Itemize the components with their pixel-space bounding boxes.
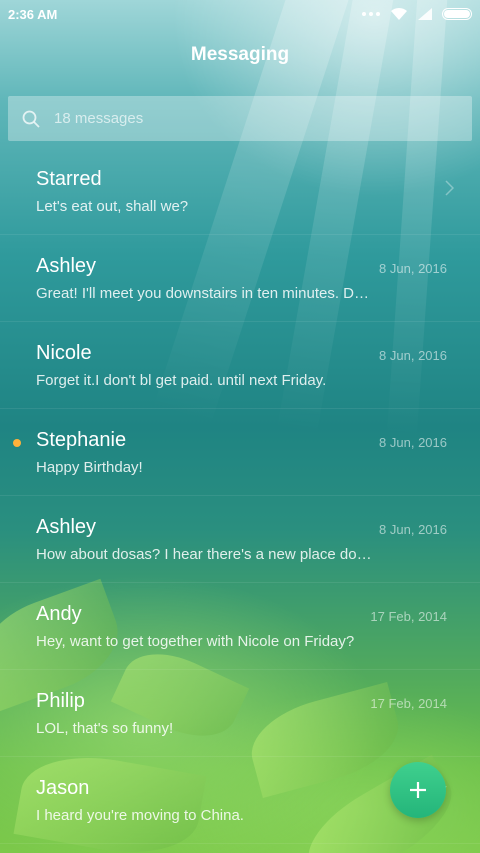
conversation-preview: I heard you're moving to China. — [36, 807, 244, 824]
conversation-date: 17 Feb, 2014 — [370, 609, 447, 624]
conversation-name: Philip — [36, 690, 85, 712]
conversation-preview: Great! I'll meet you downstairs in ten m… — [36, 285, 369, 302]
more-dots-icon — [362, 12, 380, 16]
conversation-name: Ashley — [36, 255, 97, 277]
search-icon — [22, 110, 40, 128]
conversation-row[interactable]: Stephanie 8 Jun, 2016 Happy Birthday! — [0, 409, 480, 496]
conversation-name: Nicole — [36, 342, 92, 364]
conversation-name: Stephanie — [36, 429, 127, 451]
conversation-row-starred[interactable]: Starred Let's eat out, shall we? — [0, 148, 480, 235]
conversation-name: Jason — [36, 777, 90, 799]
search-bar[interactable] — [8, 96, 472, 141]
conversation-date: 17 Feb, 2014 — [370, 696, 447, 711]
battery-icon — [442, 8, 472, 20]
plus-icon — [410, 782, 426, 798]
search-input[interactable] — [54, 110, 434, 127]
page-title: Messaging — [190, 44, 290, 65]
chevron-right-icon — [445, 180, 454, 196]
status-bar: 2:36 AM — [0, 0, 480, 28]
conversation-date: 8 Jun, 2016 — [379, 435, 447, 450]
conversation-row[interactable]: Nicole 8 Jun, 2016 Forget it.I don't bl … — [0, 322, 480, 409]
status-time: 2:36 AM — [8, 6, 58, 22]
new-message-button[interactable] — [390, 762, 446, 818]
conversation-date: 8 Jun, 2016 — [379, 522, 447, 537]
conversation-preview: Happy Birthday! — [36, 459, 143, 476]
conversation-preview: How about dosas? I hear there's a new pl… — [36, 546, 372, 563]
conversation-preview: LOL, that's so funny! — [36, 720, 174, 737]
conversation-preview: Let's eat out, shall we? — [36, 198, 189, 215]
status-icons — [362, 7, 472, 21]
conversation-preview: Forget it.I don't bl get paid. until nex… — [36, 372, 327, 389]
signal-icon — [418, 8, 432, 20]
wifi-icon — [391, 7, 407, 20]
conversation-name: Starred — [36, 168, 102, 190]
conversation-row[interactable]: Ashley 8 Jun, 2016 Great! I'll meet you … — [0, 235, 480, 322]
conversation-date: 8 Jun, 2016 — [379, 348, 447, 363]
conversation-row[interactable]: Ashley 8 Jun, 2016 How about dosas? I he… — [0, 496, 480, 583]
conversation-name: Ashley — [36, 516, 97, 538]
unread-dot — [13, 439, 21, 447]
conversation-date: 8 Jun, 2016 — [379, 261, 447, 276]
conversation-list: Starred Let's eat out, shall we? Ashley … — [0, 148, 480, 844]
conversation-preview: Hey, want to get together with Nicole on… — [36, 633, 355, 650]
conversation-row[interactable]: Andy 17 Feb, 2014 Hey, want to get toget… — [0, 583, 480, 670]
conversation-row[interactable]: Philip 17 Feb, 2014 LOL, that's so funny… — [0, 670, 480, 757]
conversation-name: Andy — [36, 603, 82, 625]
